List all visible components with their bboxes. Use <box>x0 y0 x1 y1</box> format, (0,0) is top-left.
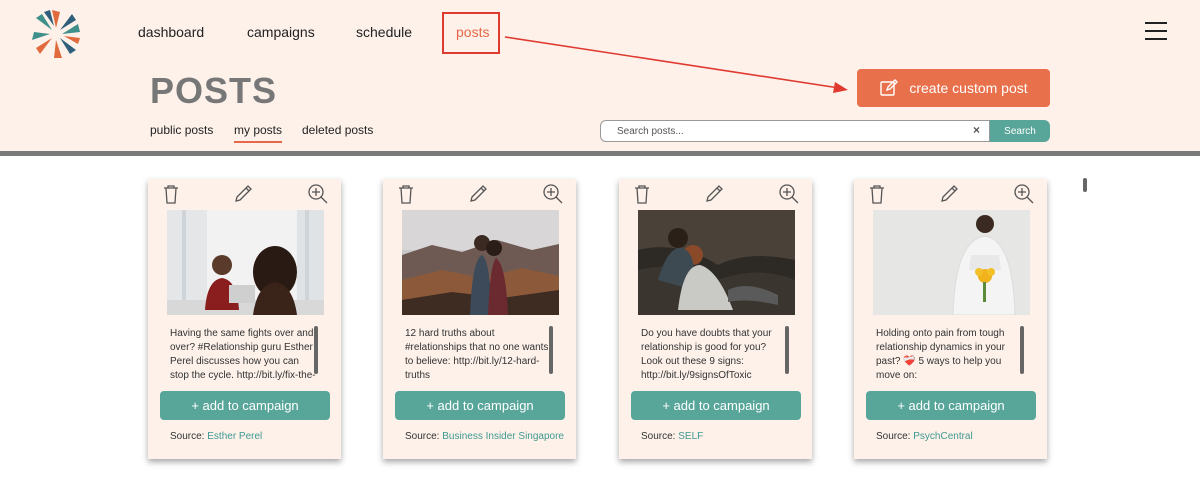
header-divider <box>0 151 1200 156</box>
source-label: Source: <box>641 431 679 442</box>
post-text: Having the same fights over and over? #R… <box>170 328 316 381</box>
post-source: Source: Business Insider Singapore <box>405 431 564 442</box>
pencil-icon[interactable] <box>232 183 254 205</box>
source-link[interactable]: Esther Perel <box>207 431 262 442</box>
search-bar: × Search <box>600 120 1050 142</box>
post-text: 12 hard truths about #relationships that… <box>405 328 549 381</box>
post-text-scrollbar[interactable] <box>314 326 318 374</box>
post-source: Source: Esther Perel <box>170 431 262 442</box>
add-to-campaign-button[interactable]: + add to campaign <box>395 391 565 420</box>
page-scrollbar[interactable] <box>1083 178 1087 192</box>
search-button[interactable]: Search <box>990 120 1050 142</box>
nav-campaigns[interactable]: campaigns <box>247 24 315 40</box>
post-card: Do you have doubts that your relationshi… <box>619 179 812 459</box>
nav-dashboard[interactable]: dashboard <box>138 24 204 40</box>
post-card: Having the same fights over and over? #R… <box>148 179 341 459</box>
trash-icon[interactable] <box>631 183 653 205</box>
post-image <box>402 210 559 315</box>
source-link[interactable]: PsychCentral <box>913 431 972 442</box>
post-card: 12 hard truths about #relationships that… <box>383 179 576 459</box>
post-text-scrollbar[interactable] <box>549 326 553 374</box>
post-image <box>167 210 324 315</box>
create-custom-post-button[interactable]: create custom post <box>857 69 1050 107</box>
hamburger-menu-icon[interactable] <box>1145 22 1167 42</box>
source-label: Source: <box>405 431 443 442</box>
pencil-icon[interactable] <box>938 183 960 205</box>
post-card: Holding onto pain from tough relationshi… <box>854 179 1047 459</box>
brand-logo[interactable] <box>28 6 84 62</box>
post-text-scrollbar[interactable] <box>1020 326 1024 374</box>
create-custom-post-label: create custom post <box>909 80 1028 96</box>
tab-my-posts[interactable]: my posts <box>234 123 283 143</box>
source-link[interactable]: Business Insider Singapore <box>442 431 564 442</box>
add-to-campaign-button[interactable]: + add to campaign <box>866 391 1036 420</box>
clear-icon[interactable]: × <box>973 123 980 137</box>
post-text: Holding onto pain from tough relationshi… <box>876 328 1005 381</box>
source-label: Source: <box>876 431 914 442</box>
zoom-in-icon[interactable] <box>1013 183 1035 205</box>
add-to-campaign-button[interactable]: + add to campaign <box>160 391 330 420</box>
search-input[interactable] <box>600 120 990 142</box>
zoom-in-icon[interactable] <box>542 183 564 205</box>
post-text: Do you have doubts that your relationshi… <box>641 328 772 381</box>
tab-deleted-posts[interactable]: deleted posts <box>302 123 373 137</box>
pencil-icon[interactable] <box>467 183 489 205</box>
post-text-scrollbar[interactable] <box>785 326 789 374</box>
post-image <box>638 210 795 315</box>
trash-icon[interactable] <box>866 183 888 205</box>
pencil-icon[interactable] <box>703 183 725 205</box>
page-title: POSTS <box>150 70 278 111</box>
tab-public-posts[interactable]: public posts <box>150 123 213 137</box>
post-source: Source: SELF <box>641 431 703 442</box>
trash-icon[interactable] <box>395 183 417 205</box>
annotation-highlight-box <box>442 12 500 54</box>
edit-icon <box>880 79 899 96</box>
source-link[interactable]: SELF <box>678 431 703 442</box>
add-to-campaign-button[interactable]: + add to campaign <box>631 391 801 420</box>
post-image <box>873 210 1030 315</box>
trash-icon[interactable] <box>160 183 182 205</box>
source-label: Source: <box>170 431 208 442</box>
zoom-in-icon[interactable] <box>778 183 800 205</box>
annotation-arrow <box>504 36 848 93</box>
nav-schedule[interactable]: schedule <box>356 24 412 40</box>
post-source: Source: PsychCentral <box>876 431 973 442</box>
zoom-in-icon[interactable] <box>307 183 329 205</box>
